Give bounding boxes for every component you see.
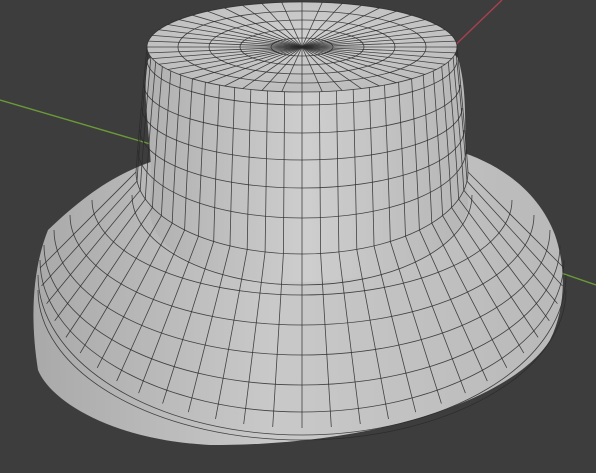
3d-viewport[interactable] — [0, 0, 596, 473]
viewport-scene[interactable] — [0, 0, 596, 473]
